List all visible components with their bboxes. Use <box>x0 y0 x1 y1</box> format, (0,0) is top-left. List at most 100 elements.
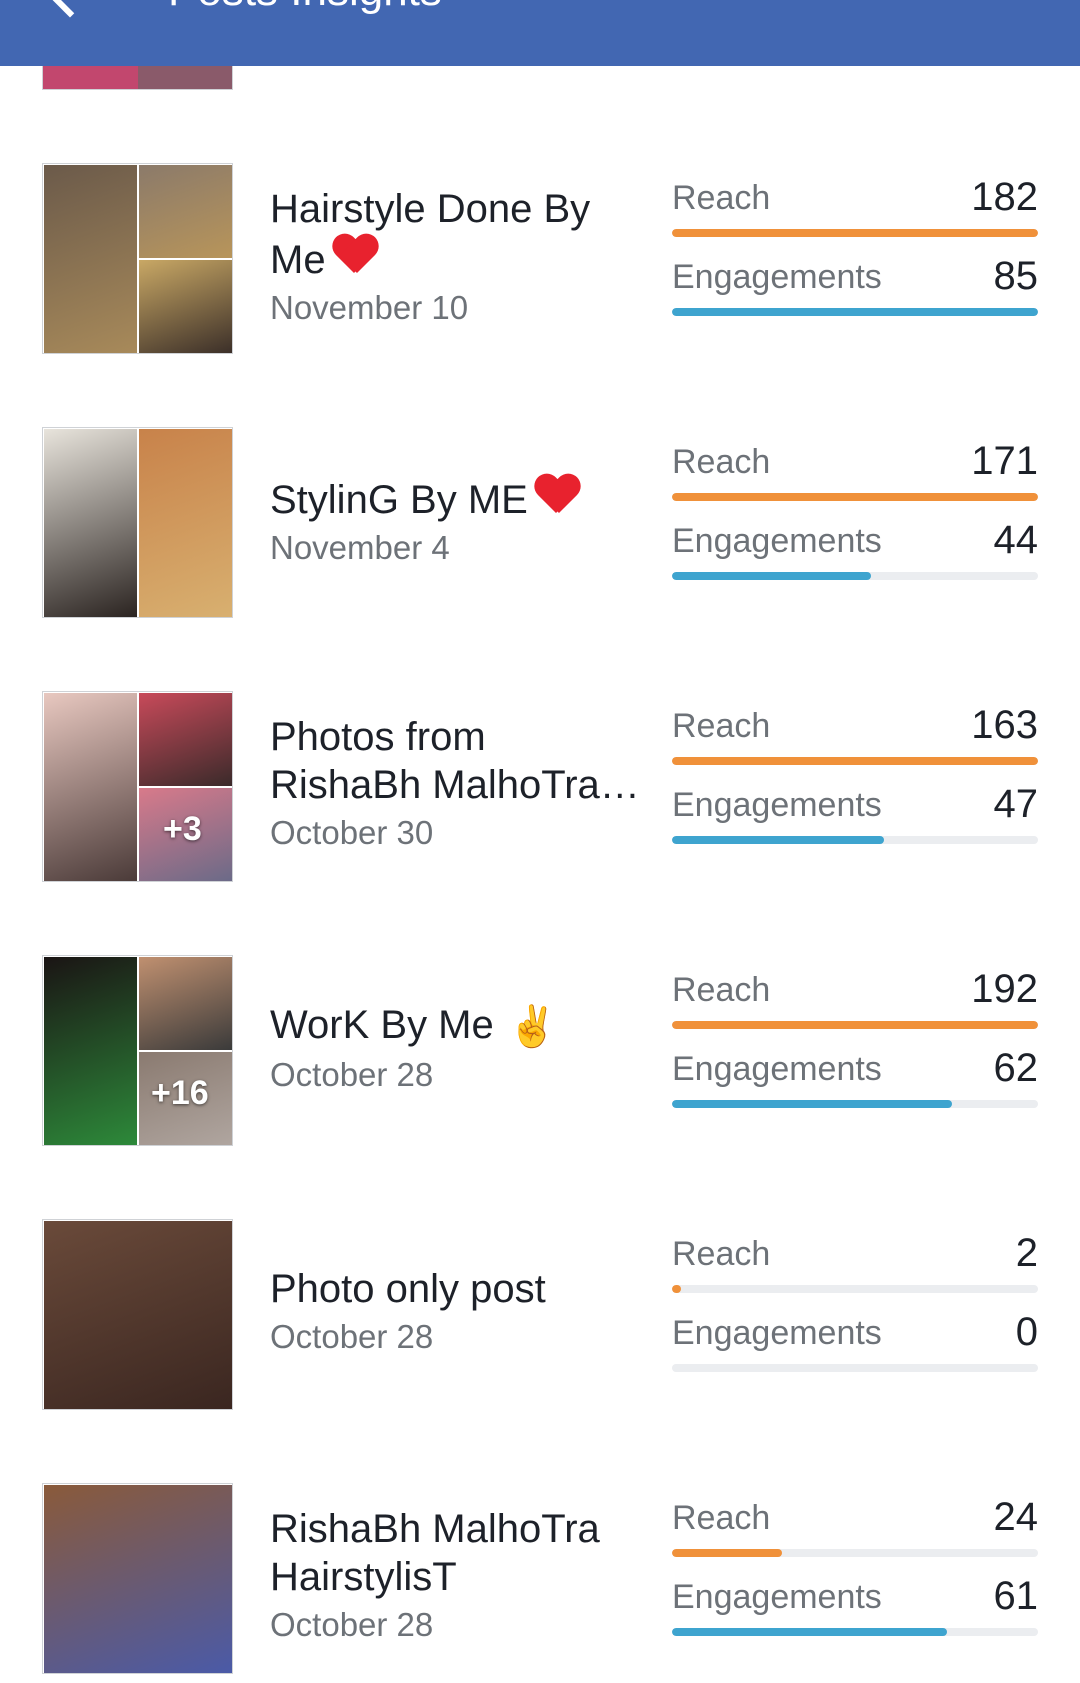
reach-bar-track <box>672 1549 1038 1557</box>
post-text: StylinG By ME November 4 <box>270 473 642 570</box>
post-metrics: Reach 24 Engagements 61 <box>672 1495 1038 1653</box>
post-date: October 30 <box>270 814 434 851</box>
post-date: November 4 <box>270 529 450 566</box>
post-metrics: Reach 182 Engagements 85 <box>672 175 1038 333</box>
post-title-text: Photos from RishaBh MalhoTra… <box>270 715 640 807</box>
post-title[interactable]: StylinG By ME <box>270 473 642 524</box>
post-row[interactable]: StylinG By ME November 4 Reach 171 Engagemen… <box>0 427 1080 627</box>
engagements-metric: Engagements 0 <box>672 1310 1038 1389</box>
engagements-bar-fill <box>672 308 1038 316</box>
reach-bar-track <box>672 493 1038 501</box>
reach-value: 182 <box>971 175 1038 219</box>
post-title-text: Photo only post <box>270 1267 546 1311</box>
post-thumbnail[interactable] <box>42 1219 233 1410</box>
reach-metric: Reach 171 <box>672 439 1038 518</box>
engagements-bar-track <box>672 308 1038 316</box>
post-row[interactable]: Photo only post October 28 Reach 2 Engagemen… <box>0 1219 1080 1419</box>
engagements-value: 0 <box>1015 1310 1038 1354</box>
post-title-text: WorK By Me <box>270 1003 494 1047</box>
engagements-bar-track <box>672 1628 1038 1636</box>
engagements-bar-track <box>672 1100 1038 1108</box>
engagements-metric: Engagements 61 <box>672 1574 1038 1653</box>
reach-metric: Reach 163 <box>672 703 1038 782</box>
post-title-text: Hairstyle Done By Me <box>270 187 591 282</box>
post-row[interactable]: Hairstyle Done By Me November 10 Reach 182 E… <box>0 163 1080 363</box>
post-thumbnail[interactable] <box>42 427 233 618</box>
post-thumbnail[interactable] <box>42 1483 233 1674</box>
engagements-label: Engagements <box>672 522 882 560</box>
post-date: October 28 <box>270 1318 434 1355</box>
engagements-label: Engagements <box>672 1314 882 1352</box>
reach-label: Reach <box>672 1499 771 1537</box>
reach-label: Reach <box>672 1235 771 1273</box>
engagements-bar-fill <box>672 572 872 580</box>
reach-bar-fill <box>672 229 1038 237</box>
post-title[interactable]: Photos from RishaBh MalhoTra… <box>270 713 642 809</box>
engagements-value: 44 <box>993 518 1039 562</box>
thumbnail-photo <box>138 956 232 1051</box>
reach-label: Reach <box>672 443 771 481</box>
post-metrics: Reach 2 Engagements 0 <box>672 1231 1038 1389</box>
thumbnail-photo <box>43 956 138 1145</box>
reach-metric: Reach 182 <box>672 175 1038 254</box>
engagements-metric: Engagements 62 <box>672 1046 1038 1125</box>
back-arrow-icon[interactable] <box>44 0 96 18</box>
reach-value: 163 <box>971 703 1038 747</box>
engagements-metric: Engagements 47 <box>672 782 1038 861</box>
post-title[interactable]: Photo only post <box>270 1265 642 1313</box>
post-title[interactable]: Hairstyle Done By Me <box>270 185 642 284</box>
heart-emoji-icon <box>534 473 578 517</box>
engagements-metric: Engagements 44 <box>672 518 1038 597</box>
page-title: Posts Insights <box>168 0 442 16</box>
thumbnail-photo <box>43 164 138 353</box>
reach-value: 192 <box>971 967 1038 1011</box>
engagements-metric: Engagements 85 <box>672 254 1038 333</box>
reach-bar-track <box>672 1285 1038 1293</box>
engagements-value: 85 <box>993 254 1039 298</box>
reach-bar-fill <box>672 1549 782 1557</box>
reach-bar-fill <box>672 757 1038 765</box>
post-title[interactable]: RishaBh MalhoTra HairstylisT <box>270 1505 642 1601</box>
post-metrics: Reach 171 Engagements 44 <box>672 439 1038 597</box>
reach-metric: Reach 192 <box>672 967 1038 1046</box>
reach-value: 2 <box>1015 1231 1038 1275</box>
post-title[interactable]: WorK By Me ✌ <box>270 1001 642 1051</box>
reach-bar-track <box>672 1021 1038 1029</box>
more-photos-badge: +3 <box>163 810 202 848</box>
reach-label: Reach <box>672 179 771 217</box>
post-thumbnail[interactable]: +3 <box>42 691 233 882</box>
post-row[interactable]: +16 WorK By Me ✌ October 28 Reach 192 Engageme… <box>0 955 1080 1155</box>
victory-hand-emoji-icon: ✌ <box>507 1005 558 1049</box>
post-date: October 28 <box>270 1606 434 1643</box>
previous-post-thumbnail[interactable] <box>42 66 233 90</box>
post-title-text: StylinG By ME <box>270 478 528 522</box>
post-row[interactable]: RishaBh MalhoTra HairstylisT October 28 Re… <box>0 1483 1080 1683</box>
more-photos-badge: +16 <box>151 1074 209 1112</box>
engagements-label: Engagements <box>672 786 882 824</box>
post-text: Hairstyle Done By Me November 10 <box>270 185 642 330</box>
engagements-bar-fill <box>672 1628 947 1636</box>
post-title-text: RishaBh MalhoTra HairstylisT <box>270 1507 600 1599</box>
engagements-bar-fill <box>672 1100 952 1108</box>
reach-value: 24 <box>993 1495 1039 1539</box>
post-date: November 10 <box>270 289 469 326</box>
engagements-bar-track <box>672 1364 1038 1372</box>
engagements-bar-track <box>672 836 1038 844</box>
thumbnail-photo <box>43 1484 232 1673</box>
thumbnail-photo <box>138 692 232 787</box>
post-thumbnail[interactable]: +16 <box>42 955 233 1146</box>
post-row[interactable]: +3 Photos from RishaBh MalhoTra… October 3… <box>0 691 1080 891</box>
engagements-label: Engagements <box>672 258 882 296</box>
thumbnail-photo <box>43 1220 232 1409</box>
engagements-value: 62 <box>993 1046 1039 1090</box>
engagements-label: Engagements <box>672 1578 882 1616</box>
reach-value: 171 <box>971 439 1038 483</box>
engagements-bar-fill <box>672 836 885 844</box>
thumbnail-photo <box>138 164 232 259</box>
post-text: WorK By Me ✌ October 28 <box>270 1001 642 1097</box>
reach-label: Reach <box>672 971 771 1009</box>
post-thumbnail[interactable] <box>42 163 233 354</box>
reach-label: Reach <box>672 707 771 745</box>
engagements-label: Engagements <box>672 1050 882 1088</box>
engagements-bar-track <box>672 572 1038 580</box>
